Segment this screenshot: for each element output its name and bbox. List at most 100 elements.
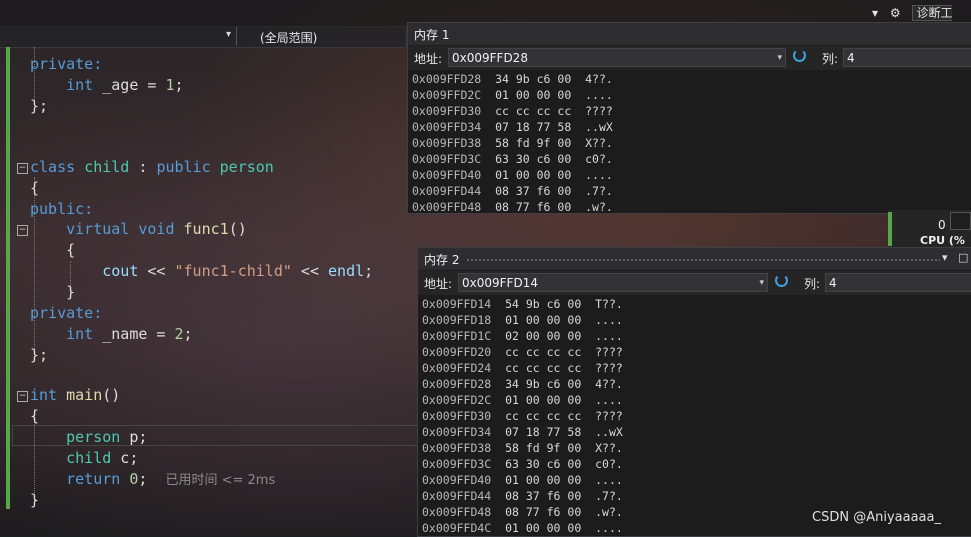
memory-row[interactable]: 0x009FFD30 cc cc cc cc ???? (418, 408, 971, 424)
code-line[interactable]: int _age = 1; (30, 75, 183, 96)
memory-row[interactable]: 0x009FFD3C 63 30 c6 00 c0?. (418, 456, 971, 472)
memory-address: 0x009FFD4C (422, 521, 492, 535)
memory-bytes[interactable]: 07 18 77 58 (491, 425, 595, 439)
memory-row[interactable]: 0x009FFD3C 63 30 c6 00 c0?. (408, 151, 971, 167)
memory-row[interactable]: 0x009FFD40 01 00 00 00 .... (418, 472, 971, 488)
code-line[interactable]: person p; (30, 427, 147, 448)
memory-ascii: .w?. (595, 505, 623, 519)
code-line[interactable]: cout << "func1-child" << endl; (30, 261, 373, 282)
code-line[interactable]: } (30, 490, 39, 511)
cpu-label[interactable]: CPU (% (920, 234, 965, 247)
memory-row[interactable]: 0x009FFD38 58 fd 9f 00 X??. (418, 440, 971, 456)
memory-bytes[interactable]: 58 fd 9f 00 (491, 441, 595, 455)
code-line[interactable]: int main() (30, 385, 120, 406)
memory-row[interactable]: 0x009FFD28 34 9b c6 00 4??. (418, 376, 971, 392)
refresh-icon[interactable] (775, 274, 788, 287)
code-line[interactable]: { (30, 406, 39, 427)
code-line[interactable]: } (30, 282, 75, 303)
code-line[interactable]: child c; (30, 448, 138, 469)
columns-input[interactable]: 4 (825, 273, 971, 292)
drag-grip[interactable] (466, 258, 940, 262)
code-editor[interactable]: private: int _age = 1; }; − class child … (0, 47, 420, 517)
memory-row[interactable]: 0x009FFD38 58 fd 9f 00 X??. (408, 135, 971, 151)
memory-bytes[interactable]: 08 37 f6 00 (481, 184, 585, 198)
code-line[interactable]: virtual void func1() (30, 219, 247, 240)
code-line[interactable]: public: (30, 199, 93, 220)
memory-address: 0x009FFD44 (412, 184, 482, 198)
memory-bytes[interactable]: 01 00 00 00 (491, 473, 595, 487)
memory-row[interactable]: 0x009FFD14 54 9b c6 00 T??. (418, 296, 971, 312)
memory-bytes[interactable]: cc cc cc cc (491, 361, 595, 375)
memory-row[interactable]: 0x009FFD1C 02 00 00 00 .... (418, 328, 971, 344)
cpu-graph-box (950, 212, 971, 230)
memory-row[interactable]: 0x009FFD18 01 00 00 00 .... (418, 312, 971, 328)
member-scope-dropdown[interactable]: (全局范围) (260, 29, 317, 46)
memory-row[interactable]: 0x009FFD24 cc cc cc cc ???? (418, 360, 971, 376)
memory-bytes[interactable]: 63 30 c6 00 (481, 152, 585, 166)
memory-bytes[interactable]: 08 37 f6 00 (491, 489, 595, 503)
maximize-icon[interactable]: □ (958, 251, 968, 264)
memory-1-rows[interactable]: 0x009FFD28 34 9b c6 00 4??. 0x009FFD2C 01… (408, 71, 971, 213)
chevron-down-icon[interactable]: ▾ (777, 49, 782, 68)
memory-address: 0x009FFD3C (422, 457, 492, 471)
code-line[interactable]: class child : public person (30, 157, 274, 178)
code-line[interactable]: { (30, 240, 75, 261)
memory-row[interactable]: 0x009FFD34 07 18 77 58 ..wX (408, 119, 971, 135)
code-line[interactable]: }; (30, 345, 48, 366)
dropdown-arrow-icon[interactable]: ▾ (872, 6, 878, 20)
memory-row[interactable]: 0x009FFD44 08 37 f6 00 .7?. (418, 488, 971, 504)
chevron-down-icon[interactable]: ▾ (759, 274, 764, 293)
memory-bytes[interactable]: 54 9b c6 00 (491, 297, 595, 311)
memory-row[interactable]: 0x009FFD2C 01 00 00 00 .... (418, 392, 971, 408)
memory-2-title-bar[interactable]: 内存 2 ▾ □ (418, 248, 971, 270)
perf-tip[interactable]: 已用时间 <= 2ms (165, 473, 275, 488)
code-line[interactable]: private: (30, 303, 102, 324)
memory-ascii: 4??. (595, 377, 623, 391)
memory-row[interactable]: 0x009FFD44 08 37 f6 00 .7?. (408, 183, 971, 199)
window-menu-arrow-icon[interactable]: ▾ (942, 251, 948, 264)
memory-1-title-bar[interactable]: 内存 1 (408, 23, 971, 45)
memory-bytes[interactable]: 01 00 00 00 (481, 168, 585, 182)
address-input[interactable]: 0x009FFD28 ▾ (448, 48, 786, 67)
type-scope-dropdown[interactable]: ▾ (0, 27, 237, 46)
address-input[interactable]: 0x009FFD14 ▾ (458, 273, 768, 292)
memory-ascii: c0?. (595, 457, 623, 471)
code-line[interactable]: { (30, 178, 39, 199)
memory-bytes[interactable]: 02 00 00 00 (491, 329, 595, 343)
memory-bytes[interactable]: cc cc cc cc (491, 345, 595, 359)
memory-row[interactable]: 0x009FFD20 cc cc cc cc ???? (418, 344, 971, 360)
memory-row[interactable]: 0x009FFD30 cc cc cc cc ???? (408, 103, 971, 119)
code-line[interactable]: }; (30, 96, 48, 117)
refresh-icon[interactable] (793, 49, 806, 62)
memory-bytes[interactable]: 01 00 00 00 (491, 521, 595, 535)
gear-icon[interactable]: ⚙ (890, 6, 901, 20)
memory-row[interactable]: 0x009FFD28 34 9b c6 00 4??. (408, 71, 971, 87)
memory-bytes[interactable]: 08 77 f6 00 (481, 200, 585, 213)
memory-bytes[interactable]: 07 18 77 58 (481, 120, 585, 134)
memory-ascii: ..wX (595, 425, 623, 439)
collapse-toggle-icon[interactable]: − (17, 163, 28, 174)
memory-bytes[interactable]: 58 fd 9f 00 (481, 136, 585, 150)
memory-2-toolbar: 地址: 0x009FFD14 ▾ 列: 4 (418, 271, 971, 295)
code-line[interactable]: int _name = 2; (30, 324, 192, 345)
code-line[interactable]: private: (30, 54, 102, 75)
memory-bytes[interactable]: cc cc cc cc (481, 104, 585, 118)
code-line[interactable]: return 0; 已用时间 <= 2ms (30, 469, 275, 490)
memory-bytes[interactable]: 63 30 c6 00 (491, 457, 595, 471)
memory-bytes[interactable]: 34 9b c6 00 (491, 377, 595, 391)
memory-ascii: .... (595, 313, 623, 327)
collapse-toggle-icon[interactable]: − (17, 225, 28, 236)
memory-row[interactable]: 0x009FFD2C 01 00 00 00 .... (408, 87, 971, 103)
memory-bytes[interactable]: 01 00 00 00 (491, 393, 595, 407)
memory-bytes[interactable]: 01 00 00 00 (481, 88, 585, 102)
memory-bytes[interactable]: 34 9b c6 00 (481, 72, 585, 86)
memory-bytes[interactable]: 08 77 f6 00 (491, 505, 595, 519)
columns-input[interactable]: 4 (843, 48, 971, 67)
memory-bytes[interactable]: 01 00 00 00 (491, 313, 595, 327)
memory-row[interactable]: 0x009FFD34 07 18 77 58 ..wX (418, 424, 971, 440)
memory-bytes[interactable]: cc cc cc cc (491, 409, 595, 423)
memory-row[interactable]: 0x009FFD48 08 77 f6 00 .w?. (408, 199, 971, 213)
memory-2-rows[interactable]: 0x009FFD14 54 9b c6 00 T??. 0x009FFD18 01… (418, 296, 971, 536)
collapse-toggle-icon[interactable]: − (17, 391, 28, 402)
memory-row[interactable]: 0x009FFD40 01 00 00 00 .... (408, 167, 971, 183)
